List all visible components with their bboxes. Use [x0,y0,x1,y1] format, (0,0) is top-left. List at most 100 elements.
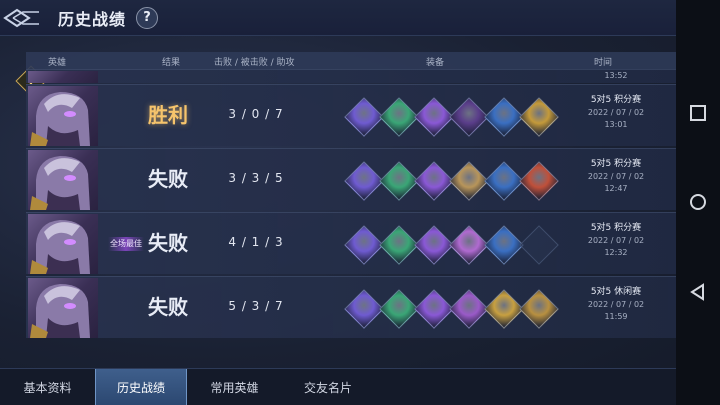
match-result: 失败 [148,231,188,255]
match-time: 12:47 [604,184,628,193]
kda-stats: 3 / 0 / 7 [206,107,306,121]
kda-stats: 3 / 3 / 5 [206,171,306,185]
kda-separator: / [237,299,252,313]
kda-separator: / [260,299,275,313]
hero-portrait [28,278,98,338]
tab-label: 交友名片 [303,381,352,395]
column-equipment: 装备 [426,58,445,68]
equipment-item-icon [449,289,489,329]
triangle-back-icon [690,283,704,301]
equipment-item-icon [344,161,384,201]
match-time: 13:01 [604,120,628,129]
question-icon: ? [143,10,151,25]
tab-basic-info[interactable]: 基本资料 [0,369,95,405]
help-button[interactable]: ? [136,6,159,29]
equipment-item-icon [344,97,384,137]
tab-friend-card[interactable]: 交友名片 [282,369,374,405]
match-history-table: 英雄 结果 击败 / 被击败 / 助攻 装备 时间 13:52 胜利 3 / 0 … [26,52,696,358]
equipment-item-icon [414,289,454,329]
equipment-item-icon [519,161,559,201]
match-info: 5对5 休闲赛 2022 / 07 / 02 11:59 [561,284,671,321]
kda-separator: / [260,171,275,185]
kda-separator: / [237,107,252,121]
table-row[interactable]: 失败 5 / 3 / 7 5对5 休闲赛 2022 / 07 / 02 11:59 [26,276,696,338]
equipment-item-icon [519,97,559,137]
kills-count: 5 [228,299,237,313]
equipment-item-icon [519,289,559,329]
bottom-tab-bar: 基本资料 历史战绩 常用英雄 交友名片 [0,368,676,405]
game-screen: 历史战绩 ? ! 英雄 结果 击败 / 被击败 / 助攻 装备 时间 13:52… [0,0,720,405]
equipment-item-icon [344,225,384,265]
column-kda: 击败 / 被击败 / 助攻 [214,58,295,68]
kda-separator: / [237,235,252,249]
match-mode: 5对5 积分赛 [590,223,642,233]
kills-count: 4 [228,235,237,249]
tab-label: 基本资料 [23,381,72,395]
tab-match-history[interactable]: 历史战绩 [95,369,187,405]
match-time: 13:52 [604,71,628,80]
kda-separator: / [260,107,275,121]
hero-portrait [28,214,98,274]
match-result: 失败 [148,167,188,191]
kda-stats: 5 / 3 / 7 [206,299,306,313]
recents-button[interactable] [689,104,707,122]
match-date: 2022 / 07 / 02 [587,236,645,245]
match-result: 胜利 [148,103,188,127]
table-row[interactable]: 全场最佳 失败 4 / 1 / 3 5对5 积分赛 2022 / 07 / 02 12:3… [26,212,696,274]
match-result: 失败 [148,295,188,319]
equipment-item-icon [484,289,524,329]
kills-count: 3 [228,107,237,121]
home-button[interactable] [689,193,707,211]
equipment-item-icon [414,97,454,137]
top-bar: 历史战绩 ? [0,0,676,36]
tab-common-heroes[interactable]: 常用英雄 [187,369,282,405]
match-mode: 5对5 积分赛 [590,159,642,169]
back-button[interactable] [0,0,44,36]
kda-separator: / [260,235,275,249]
equipment-item-icon [449,161,489,201]
hero-portrait [28,150,98,210]
equipment-item-icon [484,161,524,201]
equipment-item-icon [414,225,454,265]
equipment-item-icon [379,225,419,265]
assists-count: 7 [274,107,284,121]
assists-count: 3 [274,235,284,249]
table-row[interactable]: 胜利 3 / 0 / 7 5对5 积分赛 2022 / 07 / 02 13:01 [26,84,696,146]
tab-label: 历史战绩 [116,381,165,395]
square-icon [690,105,706,121]
circle-icon [690,194,706,210]
equipment-item-icon [414,161,454,201]
table-header: 英雄 结果 击败 / 被击败 / 助攻 装备 时间 [26,52,696,69]
equipment-item-icon [484,97,524,137]
column-hero: 英雄 [48,58,67,68]
match-mode: 5对5 积分赛 [590,95,642,105]
back-diamond-icon [3,8,39,27]
match-info: 5对5 积分赛 2022 / 07 / 02 13:01 [561,92,671,129]
match-mode: 5对5 休闲赛 [590,287,642,297]
match-date: 2022 / 07 / 02 [587,108,645,117]
match-info: 5对5 积分赛 2022 / 07 / 02 12:47 [561,156,671,193]
match-time: 12:32 [604,248,628,257]
match-date: 2022 / 07 / 02 [587,172,645,181]
table-row-partial[interactable]: 13:52 [26,69,696,83]
empty-equipment-slot [519,225,559,265]
tab-label: 常用英雄 [210,381,259,395]
assists-count: 7 [274,299,284,313]
back-nav-button[interactable] [689,283,707,301]
match-time: 11:59 [604,312,628,321]
match-info: 5对5 积分赛 2022 / 07 / 02 12:32 [561,220,671,257]
page-title: 历史战绩 [58,9,127,29]
hero-portrait [28,86,98,146]
equipment-item-icon [379,289,419,329]
system-navigation-bar [676,0,720,405]
kda-separator: / [237,171,252,185]
equipment-item-icon [484,225,524,265]
equipment-item-icon [379,97,419,137]
assists-count: 5 [274,171,284,185]
kills-count: 3 [228,171,237,185]
table-row[interactable]: 失败 3 / 3 / 5 5对5 积分赛 2022 / 07 / 02 12:47 [26,148,696,210]
match-date: 2022 / 07 / 02 [587,300,645,309]
hero-portrait [28,71,98,83]
column-result: 结果 [162,58,181,68]
equipment-item-icon [344,289,384,329]
